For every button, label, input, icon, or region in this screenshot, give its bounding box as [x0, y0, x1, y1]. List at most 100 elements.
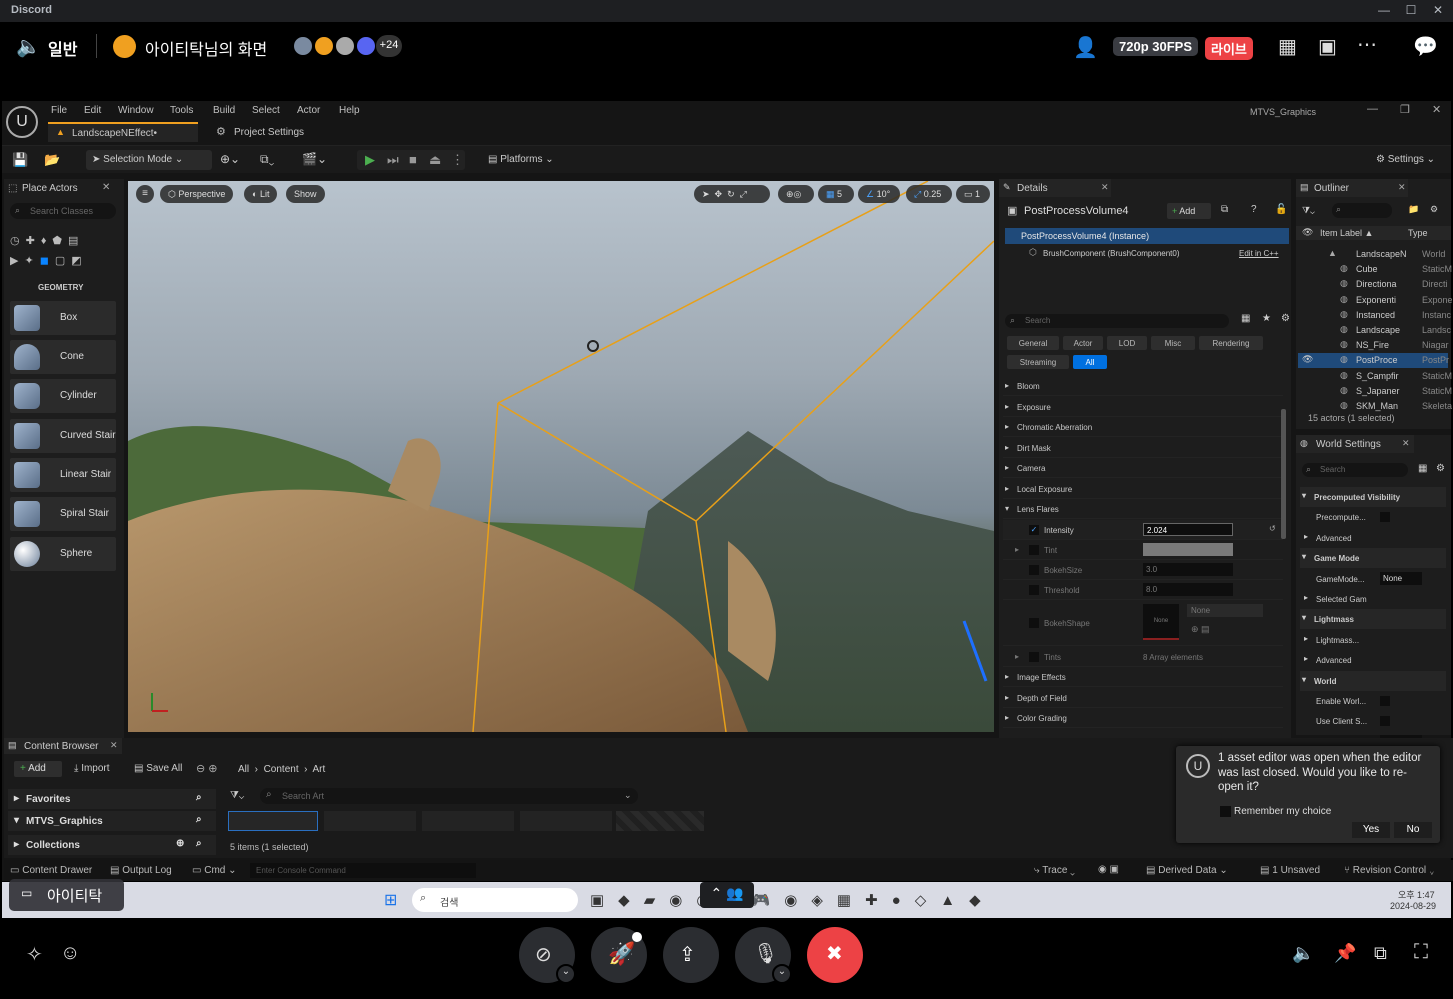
selection-mode-dropdown[interactable]: ➤ Selection Mode ⌄ [86, 150, 212, 170]
tab-level[interactable]: ▲ LandscapeNEffect• [48, 122, 198, 142]
threshold-override-checkbox[interactable] [1029, 585, 1039, 595]
add-button[interactable]: + Add [14, 761, 62, 777]
help-icon[interactable]: ? [1251, 204, 1257, 215]
menu-build[interactable]: Build [213, 105, 235, 116]
pin-icon[interactable]: 📌 [1334, 943, 1356, 964]
asset-tile[interactable] [324, 811, 416, 831]
no-button[interactable]: No [1394, 822, 1432, 838]
output-log-button[interactable]: ▤ Output Log [110, 865, 172, 876]
actor-box[interactable]: Box [10, 301, 116, 335]
menu-tools[interactable]: Tools [170, 105, 193, 116]
outliner-row[interactable]: ◍ Instanced Instanc [1298, 308, 1451, 323]
world-settings-sub-row[interactable]: ▸ Selected Gam [1300, 589, 1446, 609]
world-settings-section-row[interactable]: ▾ Lightmass [1300, 609, 1446, 630]
more-options-icon[interactable]: ⋮ [451, 152, 464, 168]
disconnect-button[interactable]: ✖ [807, 927, 863, 983]
bokehsize-input[interactable]: 3.0 [1143, 563, 1233, 576]
table-view-icon[interactable]: ▦ [1241, 313, 1250, 324]
add-component-button[interactable]: + Add [1167, 203, 1211, 219]
favorites-star-icon[interactable]: ★ [1262, 313, 1271, 324]
chevron-right-icon[interactable]: ▸ [1015, 545, 1019, 554]
gear-icon[interactable]: ⚙ [1430, 204, 1438, 215]
cmd-dropdown[interactable]: ▭ Cmd ⌄ [192, 865, 237, 876]
filter-icon[interactable]: ⧩⌄ [1302, 205, 1315, 216]
world-search-input[interactable]: ⌕ Search [1302, 463, 1408, 477]
outliner-row[interactable]: ◍ NS_Fire Niagar [1298, 338, 1449, 353]
add-collection-icon[interactable]: ⊕ [176, 838, 184, 849]
filter-all[interactable]: All [1073, 355, 1107, 369]
menu-actor[interactable]: Actor [297, 105, 320, 116]
outliner-search-input[interactable]: ⌕ [1332, 203, 1392, 218]
outliner-row[interactable]: ▲ LandscapeN World [1298, 247, 1448, 262]
windows-start-icon[interactable]: ⊞ [384, 890, 397, 910]
close-icon[interactable]: ✕ [1101, 182, 1109, 193]
close-icon[interactable]: ✕ [1398, 182, 1406, 193]
world-settings-checkbox[interactable] [1380, 512, 1390, 523]
filter-misc[interactable]: Misc [1151, 336, 1195, 350]
add-folder-icon[interactable]: 📁 [1408, 204, 1419, 215]
history-back-icon[interactable]: ⊖ ⊕ [196, 762, 218, 775]
platforms-dropdown[interactable]: ▤ Platforms ⌄ [482, 150, 562, 170]
section-camera[interactable]: ▸ Camera [1003, 458, 1283, 478]
tints-override-checkbox[interactable] [1029, 652, 1039, 662]
section-bloom[interactable]: ▸ Bloom [1003, 376, 1283, 396]
tab-content-browser[interactable]: ▤ Content Browser ✕ [4, 738, 122, 754]
col-type[interactable]: Type [1408, 228, 1428, 238]
search-icon[interactable]: ⌕ [196, 814, 202, 825]
popout-icon[interactable]: ▣ [1318, 34, 1337, 59]
transform-tools[interactable]: ➤✥↻⤢ [694, 185, 770, 203]
search-icon[interactable]: ⌕ [196, 792, 202, 803]
world-settings-prop-row[interactable]: Use Client S... [1300, 711, 1446, 731]
popout-icon[interactable]: ⧉ [1374, 943, 1387, 964]
reset-icon[interactable]: ↺ [1269, 524, 1276, 533]
outliner-row[interactable]: ◍ Landscape Landsc [1298, 323, 1451, 338]
world-settings-prop-row[interactable]: Precompute... [1300, 507, 1446, 527]
asset-tile[interactable] [616, 811, 704, 831]
world-settings-checkbox[interactable] [1380, 696, 1390, 706]
asset-tile[interactable] [422, 811, 514, 831]
screen-share-button[interactable]: ⇪ [663, 927, 719, 983]
show-button[interactable]: Show [286, 185, 325, 203]
settings-dropdown[interactable]: ⚙ Settings ⌄ [1370, 150, 1442, 170]
stream-overlay-controls[interactable]: ⌃ 👥 [700, 882, 754, 908]
threshold-input[interactable]: 8.0 [1143, 583, 1233, 596]
actor-sphere[interactable]: Sphere [10, 537, 116, 571]
edit-cpp-link[interactable]: Edit in C++ [1239, 249, 1279, 258]
section-local-exposure[interactable]: ▸ Local Exposure [1003, 479, 1283, 499]
lit-button[interactable]: ◐ Lit [244, 185, 278, 203]
world-settings-sub-row[interactable]: ▸ Advanced [1300, 650, 1446, 670]
section-lens-flares[interactable]: ▾ Lens Flares [1003, 499, 1283, 519]
close-icon[interactable]: ✕ [102, 182, 110, 193]
tab-outliner[interactable]: ▤ Outliner ✕ [1296, 179, 1408, 197]
section-chromatic-aberration[interactable]: ▸ Chromatic Aberration [1003, 417, 1283, 437]
world-settings-prop-row[interactable]: Enable Worl... [1300, 691, 1446, 711]
actor-cylinder[interactable]: Cylinder [10, 379, 116, 413]
chat-icon[interactable]: 💬 [1413, 34, 1438, 59]
outliner-row[interactable]: ◍ Exponenti Expone [1298, 293, 1452, 308]
viewer-count[interactable]: +24 [376, 35, 402, 57]
outliner-row[interactable]: ◍ Cube StaticM [1298, 262, 1452, 277]
section-dirt-mask[interactable]: ▸ Dirt Mask [1003, 438, 1283, 458]
channel-name[interactable]: 일반 [48, 36, 77, 60]
outliner-row[interactable]: ◍ Directiona Directi [1298, 277, 1448, 292]
scale-snap-button[interactable]: ⤢ 0.25 [906, 185, 952, 203]
category-icons[interactable]: ◷✚♦⬟▤ ▶✦◼▢◩ [10, 231, 118, 271]
section-depth-of-field[interactable]: ▸ Depth of Field [1003, 688, 1283, 708]
step-icon[interactable]: ⏭ [387, 152, 399, 168]
eject-icon[interactable]: ⏏ [429, 152, 441, 168]
console-input[interactable]: Enter Console Command [250, 863, 476, 878]
filter-icon[interactable]: ⧩⌄ [230, 790, 244, 801]
stop-icon[interactable]: ■ [409, 152, 417, 167]
activity-icon[interactable]: ✧ [26, 942, 43, 967]
emoji-icon[interactable]: ☺ [60, 942, 80, 965]
filter-actor[interactable]: Actor [1063, 336, 1103, 350]
bokehshape-override-checkbox[interactable] [1029, 618, 1039, 628]
project-section[interactable]: ▾ MTVS_Graphics ⌕ [8, 811, 216, 831]
actor-linear-stair[interactable]: Linear Stair [10, 458, 116, 492]
trace-dropdown[interactable]: ⤷ Trace ⌄ [1034, 865, 1075, 876]
import-button[interactable]: ⤓ Import [74, 763, 110, 774]
filter-general[interactable]: General [1007, 336, 1059, 350]
close-icon[interactable]: ✕ [110, 740, 118, 751]
gear-icon[interactable]: ⚙ [1281, 313, 1290, 324]
close-icon[interactable]: ✕ [1402, 438, 1410, 449]
